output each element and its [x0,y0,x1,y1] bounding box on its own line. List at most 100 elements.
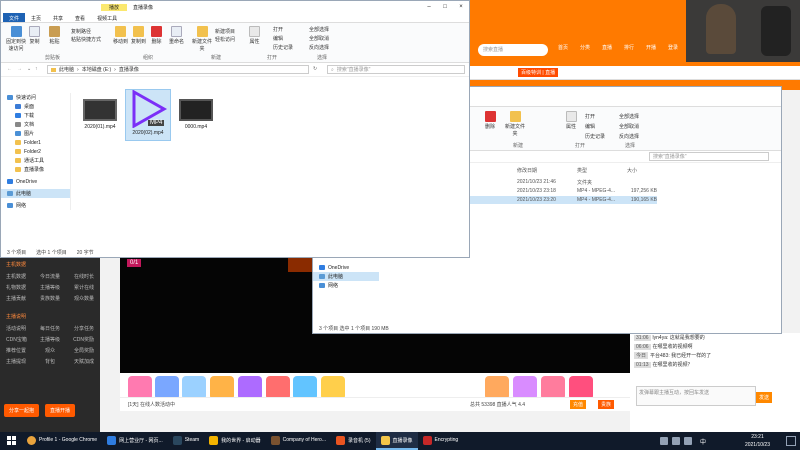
chat-send-button[interactable]: 发送 [756,392,773,403]
search-input[interactable]: 搜索"直播录像" [649,152,769,161]
breadcrumb-drive[interactable]: 本地磁盘 (E:) [82,66,111,73]
system-clock[interactable]: 23:21 2021/10/23 [745,433,770,449]
invert-selection-button[interactable]: 反向选择 [309,44,329,51]
delete-button[interactable]: 删除 [479,111,501,130]
tray-icon[interactable] [660,437,668,445]
file-tile[interactable]: 0000.mp4 [173,91,219,141]
taskbar-item[interactable]: Encrypting [418,432,464,450]
list-item[interactable]: 主播贡献 贵族数量 观众数量 [0,293,100,304]
tab-video-tools[interactable]: 视频工具 [91,13,123,22]
history-button[interactable]: 历史记录 [585,133,605,140]
breadcrumb-folder[interactable]: 直播录像 [119,66,139,73]
open-button[interactable]: 打开 [585,113,595,120]
copy-to-button[interactable]: 复制到 [131,26,146,45]
list-item[interactable]: 礼物数据 主播等级 累计在线 [0,282,100,293]
nav-item-folder[interactable]: 通话工具 [1,156,70,165]
stream-nav-broadcast[interactable]: 开播 [640,44,662,51]
stream-nav-home[interactable]: 首页 [552,44,574,51]
taskbar-item[interactable]: 我的世界 - 启动器 [204,432,265,450]
list-item[interactable]: 主播提现 背包 天赋加成 [0,356,100,367]
pin-quick-access-button[interactable]: 固定到快速访问 [5,26,27,52]
nav-item-folder[interactable]: Folder1 [1,138,70,147]
tab-view[interactable]: 查看 [69,13,91,22]
tab-home[interactable]: 主页 [25,13,47,22]
taskbar-item[interactable]: Steam [168,432,204,450]
forward-arrow-icon[interactable]: → [17,66,22,72]
stream-nav-login[interactable]: 登录 [662,44,684,51]
nav-item-onedrive[interactable]: OneDrive [313,263,379,272]
select-none-button[interactable]: 全部取消 [619,123,639,130]
stream-nav-live[interactable]: 直播 [596,44,618,51]
table-row[interactable]: 2021/10/23 23:18 MP4 - MPEG-4... 197,256 K… [517,188,657,194]
back-arrow-icon[interactable]: ← [7,66,12,72]
taskbar-item[interactable]: Profile 1 - Google Chrome [22,432,102,450]
new-item-button[interactable]: 新建项目 [215,28,235,35]
paste-button[interactable]: 粘贴 [49,26,60,45]
nav-item-network[interactable]: 网络 [313,281,379,290]
column-header-date[interactable]: 修改日期 [517,167,577,174]
up-arrow-icon[interactable]: ↑ [35,66,38,72]
breadcrumb-this-pc[interactable]: 此电脑 [59,66,74,73]
properties-button[interactable]: 属性 [559,111,583,130]
paste-shortcut-button[interactable]: 粘贴快捷方式 [71,36,101,43]
taskbar-item[interactable]: 录音机 (5) [331,432,376,450]
open-button[interactable]: 打开 [273,26,283,33]
column-header-type[interactable]: 类型 [577,167,627,174]
tab-file[interactable]: 文件 [3,13,26,22]
nav-item-this-pc[interactable]: 此电脑 [1,189,70,198]
address-bar[interactable]: 此电脑 › 本地磁盘 (E:) › 直播录像 [47,65,309,74]
noble-button[interactable]: 贵族 [598,400,615,409]
maximize-icon[interactable]: □ [437,1,453,13]
nav-item-documents[interactable]: 文档 [1,120,70,129]
select-all-button[interactable]: 全部选择 [619,113,639,120]
column-header-size[interactable]: 大小 [627,167,667,174]
nav-item-this-pc[interactable]: 此电脑 [313,272,379,281]
nav-item-desktop[interactable]: 桌面 [1,102,70,111]
easy-access-button[interactable]: 轻松访问 [215,36,235,43]
list-item[interactable]: 活动说明 每日任务 分享任务 [0,323,100,334]
input-language-indicator[interactable]: 中 [700,437,706,446]
new-folder-button[interactable]: 新建文件夹 [191,26,213,52]
file-tile-selected[interactable]: MP4 2020(02).mp4 [125,89,171,141]
stream-nav-category[interactable]: 分类 [574,44,596,51]
edit-button[interactable]: 编辑 [273,35,283,42]
invert-selection-button[interactable]: 反向选择 [619,133,639,140]
stream-nav-rank[interactable]: 排行 [618,44,640,51]
recharge-button[interactable]: 充值 [570,400,587,409]
taskbar-item-active[interactable]: 直播录像 [375,432,418,450]
network-tray-icon[interactable] [672,437,680,445]
stream-badge[interactable]: 百级特训 | 直播 [518,68,559,77]
chat-input[interactable]: 发弹幕跟主播互动，按回车发送 [636,386,756,406]
new-folder-button[interactable]: 新建文件夹 [503,111,527,137]
file-tile[interactable]: 2020(01).mp4 [77,91,123,141]
nav-item-downloads[interactable]: 下载 [1,111,70,120]
delete-button[interactable]: 删除 [151,26,162,45]
select-all-button[interactable]: 全部选择 [309,26,329,33]
nav-item-folder[interactable]: 直播录像 [1,165,70,174]
notification-icon[interactable] [786,436,796,446]
recent-dropdown-icon[interactable]: ⌄ [27,66,31,72]
tab-share[interactable]: 共享 [47,13,69,22]
start-broadcast-button[interactable]: 直播开播 [45,404,76,417]
select-none-button[interactable]: 全部取消 [309,35,329,42]
close-icon[interactable]: × [453,1,469,13]
search-input[interactable]: ⌕ 搜索"直播录像" [327,65,465,74]
list-item[interactable]: CDN宝箱 主播等级 CDN奖励 [0,334,100,345]
start-button[interactable] [0,432,22,450]
properties-button[interactable]: 属性 [249,26,260,45]
volume-icon[interactable] [684,437,692,445]
copy-button[interactable]: 复制 [29,26,40,45]
nav-item-pictures[interactable]: 图片 [1,129,70,138]
move-to-button[interactable]: 移动到 [113,26,128,45]
minimize-icon[interactable]: – [421,1,437,13]
list-item[interactable]: 主机数据 今日流量 在线时长 [0,271,100,282]
table-row[interactable]: 2021/10/23 21:46 文件夹 [517,179,657,186]
rename-button[interactable]: 重命名 [169,26,184,45]
edit-button[interactable]: 编辑 [585,123,595,130]
taskbar-item[interactable]: 网上营业厅 - 网页... [102,432,168,450]
table-row[interactable]: 2021/10/23 23:20 MP4 - MPEG-4... 190,165 K… [517,197,657,203]
copy-path-button[interactable]: 复制路径 [71,28,91,35]
taskbar-item[interactable]: Company of Hero... [266,432,331,450]
share-button[interactable]: 分享一起抱 [4,404,40,417]
nav-item-network[interactable]: 网络 [1,201,70,210]
